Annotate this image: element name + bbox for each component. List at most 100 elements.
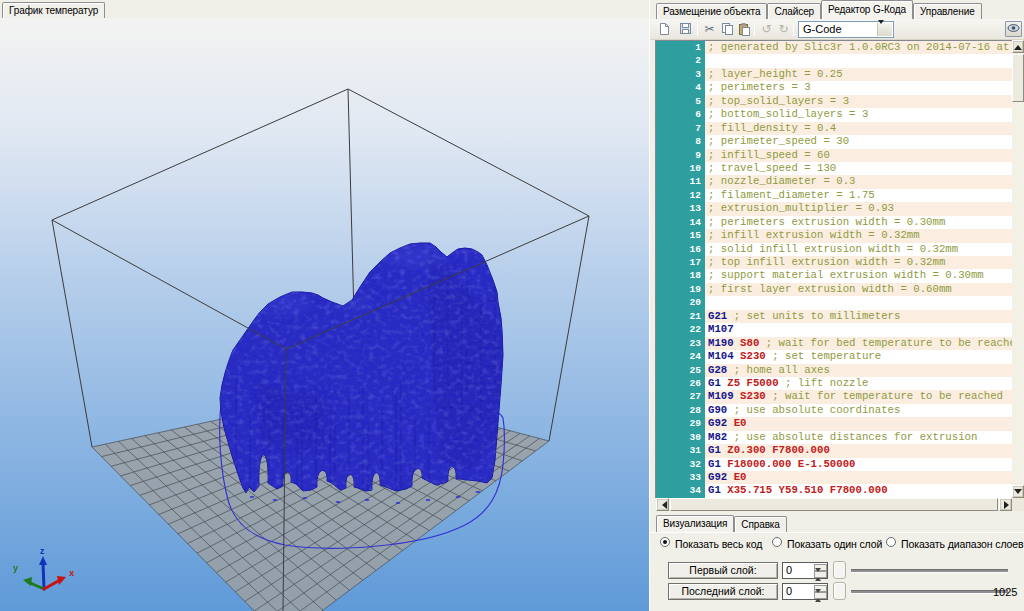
new-file-icon[interactable] [657, 22, 672, 37]
code-line[interactable]: 5; top_solid_layers = 3 [656, 95, 1012, 108]
code-line[interactable]: 27M109 S230 ; wait for temperature to be… [656, 390, 1012, 403]
line-number: 7 [656, 122, 705, 135]
tab-0[interactable]: Размещение объекта [656, 3, 767, 19]
code-line[interactable]: 1; generated by Slic3r 1.0.0RC3 on 2014-… [656, 41, 1012, 54]
line-number: 6 [656, 108, 705, 121]
code-line[interactable]: 13; extrusion_multiplier = 0.93 [656, 202, 1012, 215]
code-line[interactable]: 2 [656, 54, 1012, 67]
code-text: ; top_solid_layers = 3 [705, 95, 1012, 108]
code-line[interactable]: 4; perimeters = 3 [656, 81, 1012, 94]
undo-icon[interactable]: ↺ [759, 22, 774, 37]
code-text: ; layer_height = 0.25 [705, 68, 1012, 81]
code-line[interactable]: 11; nozzle_diameter = 0.3 [656, 175, 1012, 188]
spin-down-icon[interactable] [814, 571, 827, 578]
code-line[interactable]: 20 [656, 296, 1012, 309]
code-line[interactable]: 32G1 F18000.000 E-1.50000 [656, 458, 1012, 471]
tab-temperature-graph[interactable]: График температур [2, 2, 105, 18]
code-line[interactable]: 7; fill_density = 0.4 [656, 122, 1012, 135]
gcode-type-dropdown[interactable]: G-Code [798, 21, 894, 38]
code-line[interactable]: 22M107 [656, 323, 1012, 336]
line-number: 20 [656, 296, 705, 309]
last-layer-spinner[interactable]: 0 [782, 583, 828, 600]
viewport-3d[interactable]: z y x [0, 18, 649, 611]
code-line[interactable]: 10; travel_speed = 130 [656, 162, 1012, 175]
tab-2[interactable]: Редактор G-Кода [821, 0, 913, 19]
code-line[interactable]: 26G1 Z5 F5000 ; lift nozzle [656, 377, 1012, 390]
code-line[interactable]: 24M104 S230 ; set temperature [656, 350, 1012, 363]
dropdown-arrow-icon[interactable] [877, 23, 892, 36]
radio-0[interactable] [660, 537, 670, 547]
code-text: G21 ; set units to millimeters [705, 310, 1012, 323]
code-text: G90 ; use absolute coordinates [705, 404, 1012, 417]
last-layer-button[interactable]: Последний слой: [668, 583, 778, 600]
code-line[interactable]: 29G92 E0 [656, 417, 1012, 430]
gcode-editor[interactable]: 1; generated by Slic3r 1.0.0RC3 on 2014-… [655, 40, 1012, 498]
spin-down-icon[interactable] [814, 592, 827, 599]
copy-icon[interactable] [720, 22, 735, 37]
vscroll-thumb[interactable] [1012, 54, 1024, 102]
code-text: M104 S230 ; set temperature [705, 350, 1012, 363]
scroll-down-icon[interactable] [1012, 485, 1024, 498]
paste-icon[interactable] [737, 22, 752, 37]
left-tab-strip: График температур [0, 0, 649, 18]
code-line[interactable]: 34G1 X35.715 Y59.510 F7800.000 [656, 484, 1012, 497]
code-text [705, 54, 1012, 67]
scroll-left-icon[interactable] [656, 498, 669, 511]
scroll-up-icon[interactable] [1012, 40, 1024, 53]
code-line[interactable]: 3; layer_height = 0.25 [656, 68, 1012, 81]
code-line[interactable]: 9; infill_speed = 60 [656, 149, 1012, 162]
line-number: 29 [656, 417, 705, 430]
editor-vertical-scrollbar[interactable] [1012, 40, 1024, 498]
scrollbar-corner [1012, 498, 1024, 511]
tab-1[interactable]: Слайсер [767, 3, 821, 19]
code-line[interactable]: 17; top infill extrusion width = 0.32mm [656, 256, 1012, 269]
code-line[interactable]: 15; infill extrusion width = 0.32mm [656, 229, 1012, 242]
code-line[interactable]: 31G1 Z0.300 F7800.000 [656, 444, 1012, 457]
scroll-right-icon[interactable] [999, 498, 1012, 511]
code-text: G1 X35.715 Y59.510 F7800.000 [705, 484, 1012, 497]
line-number: 2 [656, 54, 705, 67]
hscroll-thumb[interactable] [670, 498, 998, 511]
save-icon[interactable] [678, 22, 693, 37]
code-line[interactable]: 19; first layer extrusion width = 0.60mm [656, 283, 1012, 296]
line-number: 30 [656, 431, 705, 444]
last-layer-slider-thumb[interactable] [833, 582, 846, 600]
tab-3[interactable]: Управление [913, 3, 982, 19]
redo-icon[interactable]: ↻ [776, 22, 791, 37]
code-text: ; bottom_solid_layers = 3 [705, 108, 1012, 121]
first-layer-slider-thumb[interactable] [833, 561, 846, 579]
code-line[interactable]: 23M190 S80 ; wait for bed temperature to… [656, 337, 1012, 350]
code-line[interactable]: 16; solid infill extrusion width = 0.32m… [656, 243, 1012, 256]
first-layer-button[interactable]: Первый слой: [668, 562, 778, 579]
code-line[interactable]: 28G90 ; use absolute coordinates [656, 404, 1012, 417]
code-line[interactable]: 33G92 E0 [656, 471, 1012, 484]
code-line[interactable]: 21G21 ; set units to millimeters [656, 310, 1012, 323]
code-line[interactable]: 30M82 ; use absolute distances for extru… [656, 431, 1012, 444]
code-text: M82 ; use absolute distances for extrusi… [705, 431, 1012, 444]
bottom-tab-1[interactable]: Справка [734, 516, 787, 532]
visibility-toggle-button[interactable] [1005, 21, 1022, 37]
radio-2[interactable] [886, 537, 896, 547]
code-line[interactable]: 25G28 ; home all axes [656, 364, 1012, 377]
code-text: ; infill_speed = 60 [705, 149, 1012, 162]
code-line[interactable]: 12; filament_diameter = 1.75 [656, 189, 1012, 202]
first-layer-slider-track[interactable] [851, 569, 1008, 573]
line-number: 32 [656, 458, 705, 471]
code-text: M107 [705, 323, 1012, 336]
bottom-tab-0[interactable]: Визуализация [656, 515, 734, 532]
last-layer-slider-track[interactable] [851, 590, 1008, 594]
line-number: 21 [656, 310, 705, 323]
editor-horizontal-scrollbar[interactable] [656, 498, 1012, 511]
line-number: 11 [656, 175, 705, 188]
line-number: 14 [656, 216, 705, 229]
code-line[interactable]: 14; perimeters extrusion width = 0.30mm [656, 216, 1012, 229]
radio-label-2: Показать диапазон слоев [901, 538, 1024, 550]
line-number: 13 [656, 202, 705, 215]
code-line[interactable]: 6; bottom_solid_layers = 3 [656, 108, 1012, 121]
radio-1[interactable] [772, 537, 782, 547]
code-line[interactable]: 18; support material extrusion width = 0… [656, 269, 1012, 282]
line-number: 9 [656, 149, 705, 162]
first-layer-spinner[interactable]: 0 [782, 562, 828, 579]
cut-icon[interactable]: ✂ [702, 22, 717, 37]
code-line[interactable]: 8; perimeter_speed = 30 [656, 135, 1012, 148]
